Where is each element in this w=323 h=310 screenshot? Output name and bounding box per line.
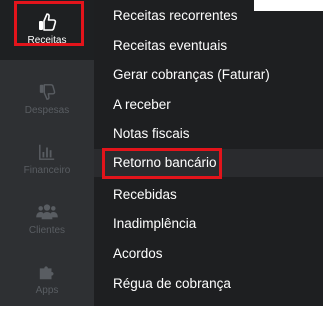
sidebar-item-clientes[interactable]: Clientes xyxy=(0,190,94,250)
menu-item-gerar-cobrancas[interactable]: Gerar cobranças (Faturar) xyxy=(94,62,323,88)
menu-item-acordos[interactable]: Acordos xyxy=(94,241,323,267)
menu-item-a-receber[interactable]: A receber xyxy=(94,92,323,118)
page-background-strip xyxy=(254,0,323,11)
sidebar-item-label: Financeiro xyxy=(23,165,71,176)
users-icon xyxy=(0,202,94,222)
highlight-box-retorno-bancario xyxy=(102,148,222,179)
sidebar-item-financeiro[interactable]: Financeiro xyxy=(0,130,94,190)
sidebar-item-despesas[interactable]: Despesas xyxy=(0,70,94,130)
sidebar-item-label: Apps xyxy=(35,285,59,296)
thumbs-down-icon xyxy=(0,82,94,102)
menu-item-regua-de-cobranca[interactable]: Régua de cobrança xyxy=(94,271,323,297)
bar-chart-icon xyxy=(0,142,94,162)
sidebar-item-apps[interactable]: Apps xyxy=(0,250,94,310)
puzzle-icon xyxy=(0,262,94,282)
menu-item-notas-fiscais[interactable]: Notas fiscais xyxy=(94,121,323,147)
menu-item-receitas-eventuais[interactable]: Receitas eventuais xyxy=(94,33,323,59)
menu-item-recebidas[interactable]: Recebidas xyxy=(94,182,323,208)
menu-item-inadimplencia[interactable]: Inadimplência xyxy=(94,211,323,237)
sidebar-item-label: Clientes xyxy=(28,225,66,236)
highlight-box-receitas xyxy=(14,1,84,46)
sidebar-item-label: Despesas xyxy=(24,105,70,116)
